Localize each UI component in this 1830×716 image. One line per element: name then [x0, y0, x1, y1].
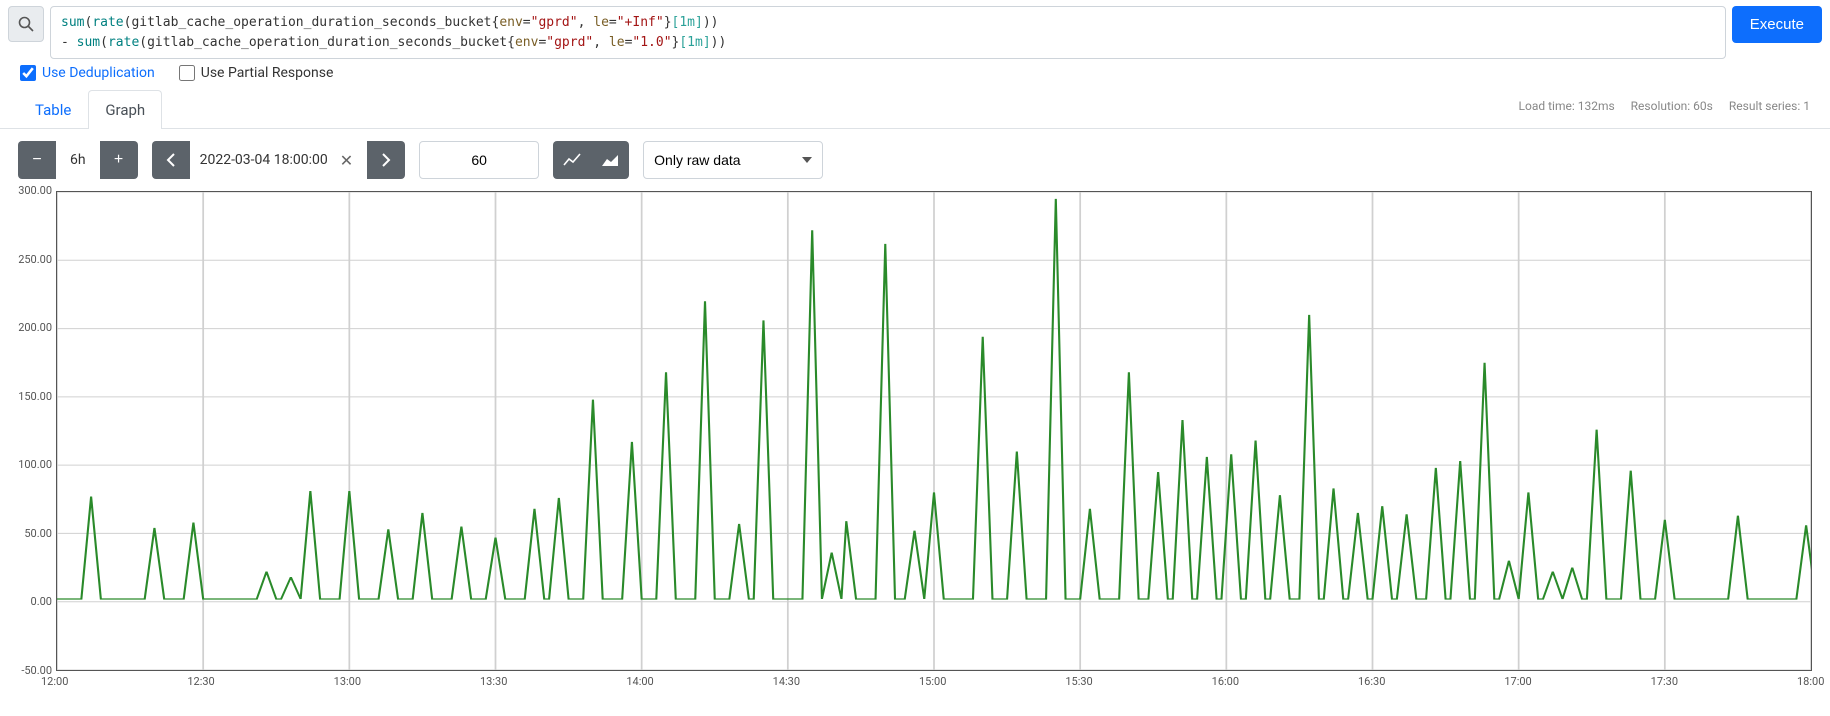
- partial-toggle[interactable]: Use Partial Response: [179, 65, 334, 81]
- x-tick-label: 16:30: [1358, 675, 1385, 688]
- range-increase-button[interactable]: +: [100, 141, 138, 179]
- y-tick-label: 200.00: [18, 321, 52, 334]
- y-tick-label: 150.00: [18, 390, 52, 403]
- range-label: 6h: [56, 141, 100, 179]
- y-tick-label: 100.00: [18, 458, 52, 471]
- load-time-label: Load time: 132ms: [1519, 99, 1615, 113]
- clear-time-icon[interactable]: ✕: [336, 151, 357, 170]
- x-tick-label: 14:00: [626, 675, 653, 688]
- x-tick-label: 14:30: [773, 675, 800, 688]
- series-count-label: Result series: 1: [1729, 99, 1810, 113]
- metric-explorer-button[interactable]: [8, 6, 44, 42]
- x-tick-label: 16:00: [1212, 675, 1239, 688]
- time-prev-button[interactable]: [152, 141, 190, 179]
- resolution-meta-label: Resolution: 60s: [1631, 99, 1713, 113]
- partial-label: Use Partial Response: [201, 65, 334, 81]
- range-stepper: − 6h +: [18, 141, 138, 179]
- chart-plot[interactable]: [56, 191, 1812, 671]
- x-tick-label: 18:00: [1797, 675, 1824, 688]
- expression-input[interactable]: sum(rate(gitlab_cache_operation_duration…: [50, 6, 1726, 59]
- dedup-label: Use Deduplication: [42, 65, 155, 81]
- line-chart-icon[interactable]: [553, 141, 591, 179]
- time-next-button[interactable]: [367, 141, 405, 179]
- x-tick-label: 15:00: [919, 675, 946, 688]
- time-navigator: 2022-03-04 18:00:00 ✕: [152, 141, 406, 179]
- range-decrease-button[interactable]: −: [18, 141, 56, 179]
- x-tick-label: 17:00: [1504, 675, 1531, 688]
- area-chart-icon[interactable]: [591, 141, 629, 179]
- data-mode-select[interactable]: Only raw data: [643, 141, 823, 179]
- x-tick-label: 15:30: [1065, 675, 1092, 688]
- dedup-checkbox[interactable]: [20, 65, 36, 81]
- execute-button[interactable]: Execute: [1732, 6, 1822, 43]
- tab-table[interactable]: Table: [18, 90, 88, 129]
- end-time-value[interactable]: 2022-03-04 18:00:00: [200, 152, 328, 168]
- chart-type-toggle: [553, 141, 629, 179]
- y-tick-label: 250.00: [18, 253, 52, 266]
- partial-checkbox[interactable]: [179, 65, 195, 81]
- y-tick-label: 300.00: [18, 184, 52, 197]
- x-tick-label: 12:00: [41, 675, 68, 688]
- x-tick-label: 12:30: [187, 675, 214, 688]
- resolution-input[interactable]: [419, 141, 539, 179]
- dedup-toggle[interactable]: Use Deduplication: [20, 65, 155, 81]
- x-tick-label: 13:00: [334, 675, 361, 688]
- x-tick-label: 13:30: [480, 675, 507, 688]
- x-tick-label: 17:30: [1651, 675, 1678, 688]
- y-tick-label: 50.00: [24, 527, 52, 540]
- y-tick-label: 0.00: [31, 595, 52, 608]
- tab-graph[interactable]: Graph: [88, 90, 162, 129]
